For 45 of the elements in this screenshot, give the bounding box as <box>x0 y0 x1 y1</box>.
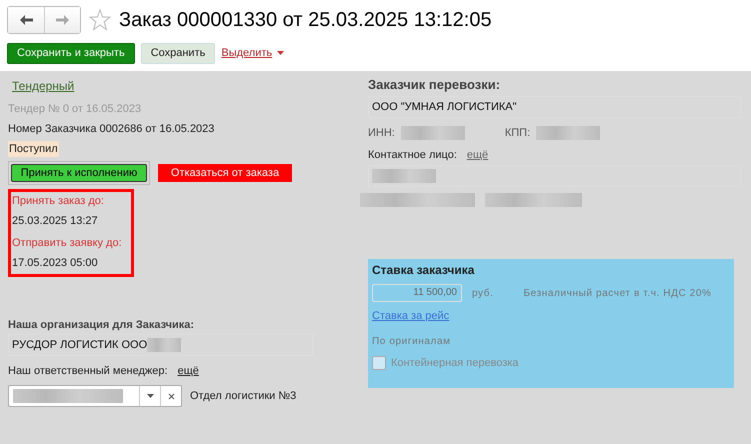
inn-label: ИНН: <box>368 127 395 139</box>
back-button[interactable] <box>8 7 44 33</box>
customer-number-text: Номер Заказчика 0002686 от 16.05.2023 <box>8 123 214 135</box>
currency-text: руб. <box>472 288 494 298</box>
arrow-right-icon <box>56 15 69 25</box>
customer-heading: Заказчик перевозки: <box>368 77 500 92</box>
deadline-value: 25.03.2025 13:27 <box>12 215 99 227</box>
kpp-label: КПП: <box>504 127 530 139</box>
manager-label: Наш ответственный менеджер: <box>8 365 168 377</box>
status-badge: Поступил <box>8 141 59 157</box>
payment-text: Безналичный расчет в т.ч. НДС 20% <box>523 288 712 298</box>
tender-text: Тендер № 0 от 16.05.2023 <box>8 103 142 115</box>
checkbox[interactable] <box>372 356 386 370</box>
rate-per-trip-link[interactable]: Ставка за рейс <box>372 310 450 322</box>
organization-heading: Наша организация для Заказчика: <box>8 319 194 331</box>
save-and-close-button[interactable]: Сохранить и закрыть <box>7 42 135 64</box>
clear-icon <box>168 392 174 400</box>
deadline-label: Отправить заявку до: <box>12 237 123 249</box>
redacted-block <box>536 126 600 140</box>
manager-select[interactable] <box>8 385 182 407</box>
star-icon[interactable] <box>89 9 111 31</box>
amount-field[interactable]: 11 500,00 <box>372 284 462 302</box>
redacted-block <box>147 338 182 352</box>
redacted-block <box>400 126 465 140</box>
dropdown-arrow-icon <box>146 394 154 398</box>
checkbox-label: Контейнерная перевозка <box>391 357 519 369</box>
originals-text: По оригиналам <box>372 336 451 347</box>
rate-heading: Ставка заказчика <box>372 263 474 277</box>
redacted-block <box>372 169 436 183</box>
order-type-link[interactable]: Тендерный <box>12 79 74 93</box>
more-link[interactable]: ещё <box>466 149 488 161</box>
arrow-left-icon <box>20 15 32 25</box>
customer-name: ООО "УМНАЯ ЛОГИСТИКА" <box>372 101 517 113</box>
department-text: Отдел логистики №3 <box>190 390 296 402</box>
reject-button[interactable]: Отказаться от заказа <box>157 163 293 183</box>
deadline-value: 17.05.2023 05:00 <box>12 257 99 269</box>
window-title: Заказ 000001330 от 25.03.2025 13:12:05 <box>119 8 492 32</box>
caret-icon <box>277 51 284 55</box>
deadline-label: Принять заказ до: <box>12 195 105 207</box>
save-button[interactable]: Сохранить <box>140 42 216 64</box>
accept-button[interactable]: Принять к исполнению <box>11 164 147 182</box>
select-menu[interactable]: Выделить <box>221 47 284 59</box>
contact-label: Контактное лицо: <box>368 149 457 161</box>
organization-name: РУСДОР ЛОГИСТИК ООО <box>12 339 148 351</box>
more-link[interactable]: ещё <box>178 365 199 377</box>
